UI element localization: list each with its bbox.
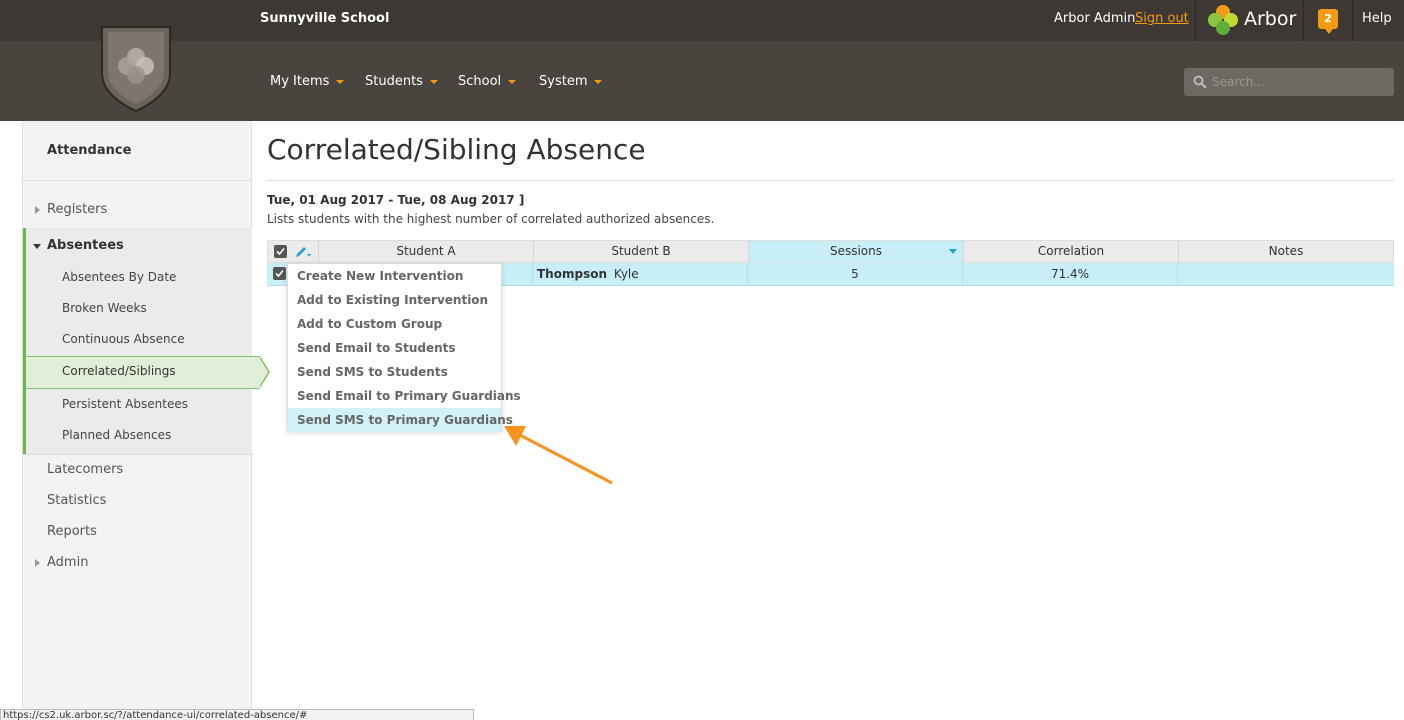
school-crest-icon[interactable] (100, 23, 172, 113)
divider (1303, 0, 1304, 41)
notifications-badge[interactable]: 2 (1318, 9, 1338, 34)
check-icon (275, 269, 284, 278)
nav-my-items[interactable]: My Items (270, 74, 345, 89)
menu-item-create-new-intervention[interactable]: Create New Intervention (288, 264, 501, 288)
table-header: Student A Student B Sessions Correlation… (267, 240, 1394, 263)
caret-down-icon (336, 79, 345, 84)
search-box[interactable] (1184, 68, 1394, 96)
sidebar-item-correlated-siblings[interactable]: Correlated/Siblings (23, 356, 270, 389)
sidebar-item-persistent-absentees[interactable]: Persistent Absentees (62, 397, 188, 411)
divider (1352, 0, 1353, 41)
status-bar-url: https://cs2.uk.arbor.sc/?/attendance-ui/… (0, 709, 474, 720)
nav-system[interactable]: System (539, 74, 603, 89)
menu-item-send-email-to-primary-guardians[interactable]: Send Email to Primary Guardians (288, 384, 521, 408)
search-icon (1193, 75, 1207, 89)
sidebar-item-label: Absentees (47, 238, 124, 253)
divider (1195, 0, 1196, 41)
sort-desc-icon (949, 249, 957, 254)
menu-item-send-email-to-students[interactable]: Send Email to Students (288, 336, 501, 360)
cell-correlation: 71.4% (962, 263, 1177, 285)
divider (23, 454, 253, 455)
sidebar-item-label: Admin (47, 555, 89, 570)
column-header-correlation[interactable]: Correlation (963, 241, 1178, 262)
actions-menu: Create New Intervention Add to Existing … (287, 263, 521, 432)
date-range[interactable]: Tue, 01 Aug 2017 - Tue, 08 Aug 2017 ] (267, 193, 524, 207)
nav-school[interactable]: School (458, 74, 517, 89)
nav-bar: My Items Students School System (0, 41, 1404, 121)
menu-item-send-sms-to-primary-guardians[interactable]: Send SMS to Primary Guardians (288, 408, 513, 432)
arbor-logo[interactable]: Arbor (1206, 3, 1296, 37)
user-name: Arbor Admin (1054, 11, 1136, 26)
row-checkbox[interactable] (273, 267, 286, 280)
sidebar-item-label: Registers (47, 202, 108, 217)
sidebar: Attendance Registers Absentees Absentees… (22, 121, 270, 720)
column-header-student-b[interactable]: Student B (533, 241, 748, 262)
page-description: Lists students with the highest number o… (267, 212, 715, 226)
menu-item-add-to-custom-group[interactable]: Add to Custom Group (288, 312, 501, 336)
column-header-sessions[interactable]: Sessions (748, 241, 963, 262)
column-header-notes[interactable]: Notes (1178, 241, 1393, 262)
edit-actions-icon[interactable] (293, 244, 313, 260)
sidebar-item-absentees[interactable]: Absentees (33, 238, 124, 253)
column-header-student-a[interactable]: Student A (318, 241, 533, 262)
menu-item-send-sms-to-students[interactable]: Send SMS to Students (288, 360, 501, 384)
sidebar-item-planned-absences[interactable]: Planned Absences (62, 428, 171, 442)
student-last-name: Thompson (537, 267, 607, 281)
annotation-arrow-icon (504, 426, 613, 485)
cell-notes (1177, 263, 1393, 285)
sidebar-item-label: Correlated/Siblings (62, 364, 176, 378)
top-bar: Sunnyville School Arbor Admin Sign out A… (0, 0, 1404, 41)
sidebar-item-broken-weeks[interactable]: Broken Weeks (62, 301, 147, 315)
active-arrow (259, 357, 268, 387)
help-link[interactable]: Help (1362, 11, 1392, 26)
divider (23, 180, 253, 181)
chevron-down-icon (33, 244, 41, 249)
search-input[interactable] (1212, 68, 1387, 96)
chevron-right-icon (35, 559, 40, 567)
arbor-logo-icon (1208, 5, 1238, 35)
caret-down-icon (594, 79, 603, 84)
sidebar-title[interactable]: Attendance (47, 143, 131, 158)
nav-students[interactable]: Students (365, 74, 438, 89)
school-name[interactable]: Sunnyville School (260, 11, 389, 26)
cell-student-b[interactable]: Thompson Kyle (532, 263, 747, 285)
student-first-name: Kyle (613, 267, 639, 281)
sign-out-link[interactable]: Sign out (1135, 11, 1189, 26)
nav-label: Students (365, 74, 423, 89)
page-title: Correlated/Sibling Absence (267, 133, 646, 166)
nav-label: System (539, 74, 588, 89)
menu-item-add-to-existing-intervention[interactable]: Add to Existing Intervention (288, 288, 501, 312)
sidebar-item-continuous-absence[interactable]: Continuous Absence (62, 332, 185, 346)
sidebar-item-admin[interactable]: Admin (35, 555, 89, 570)
chevron-right-icon (35, 206, 40, 214)
sidebar-item-reports[interactable]: Reports (47, 524, 97, 539)
divider (267, 180, 1394, 181)
column-header-label: Sessions (829, 244, 883, 258)
sidebar-item-latecomers[interactable]: Latecomers (47, 462, 123, 477)
nav-label: School (458, 74, 502, 89)
caret-down-icon (508, 79, 517, 84)
select-all-checkbox[interactable] (274, 245, 287, 258)
cell-sessions: 5 (747, 263, 962, 285)
sidebar-item-absentees-by-date[interactable]: Absentees By Date (62, 270, 176, 284)
check-icon (276, 247, 285, 256)
sidebar-item-registers[interactable]: Registers (35, 202, 108, 217)
brand-name: Arbor (1244, 8, 1297, 30)
sidebar-item-statistics[interactable]: Statistics (47, 493, 106, 508)
caret-down-icon (429, 79, 438, 84)
nav-label: My Items (270, 74, 330, 89)
